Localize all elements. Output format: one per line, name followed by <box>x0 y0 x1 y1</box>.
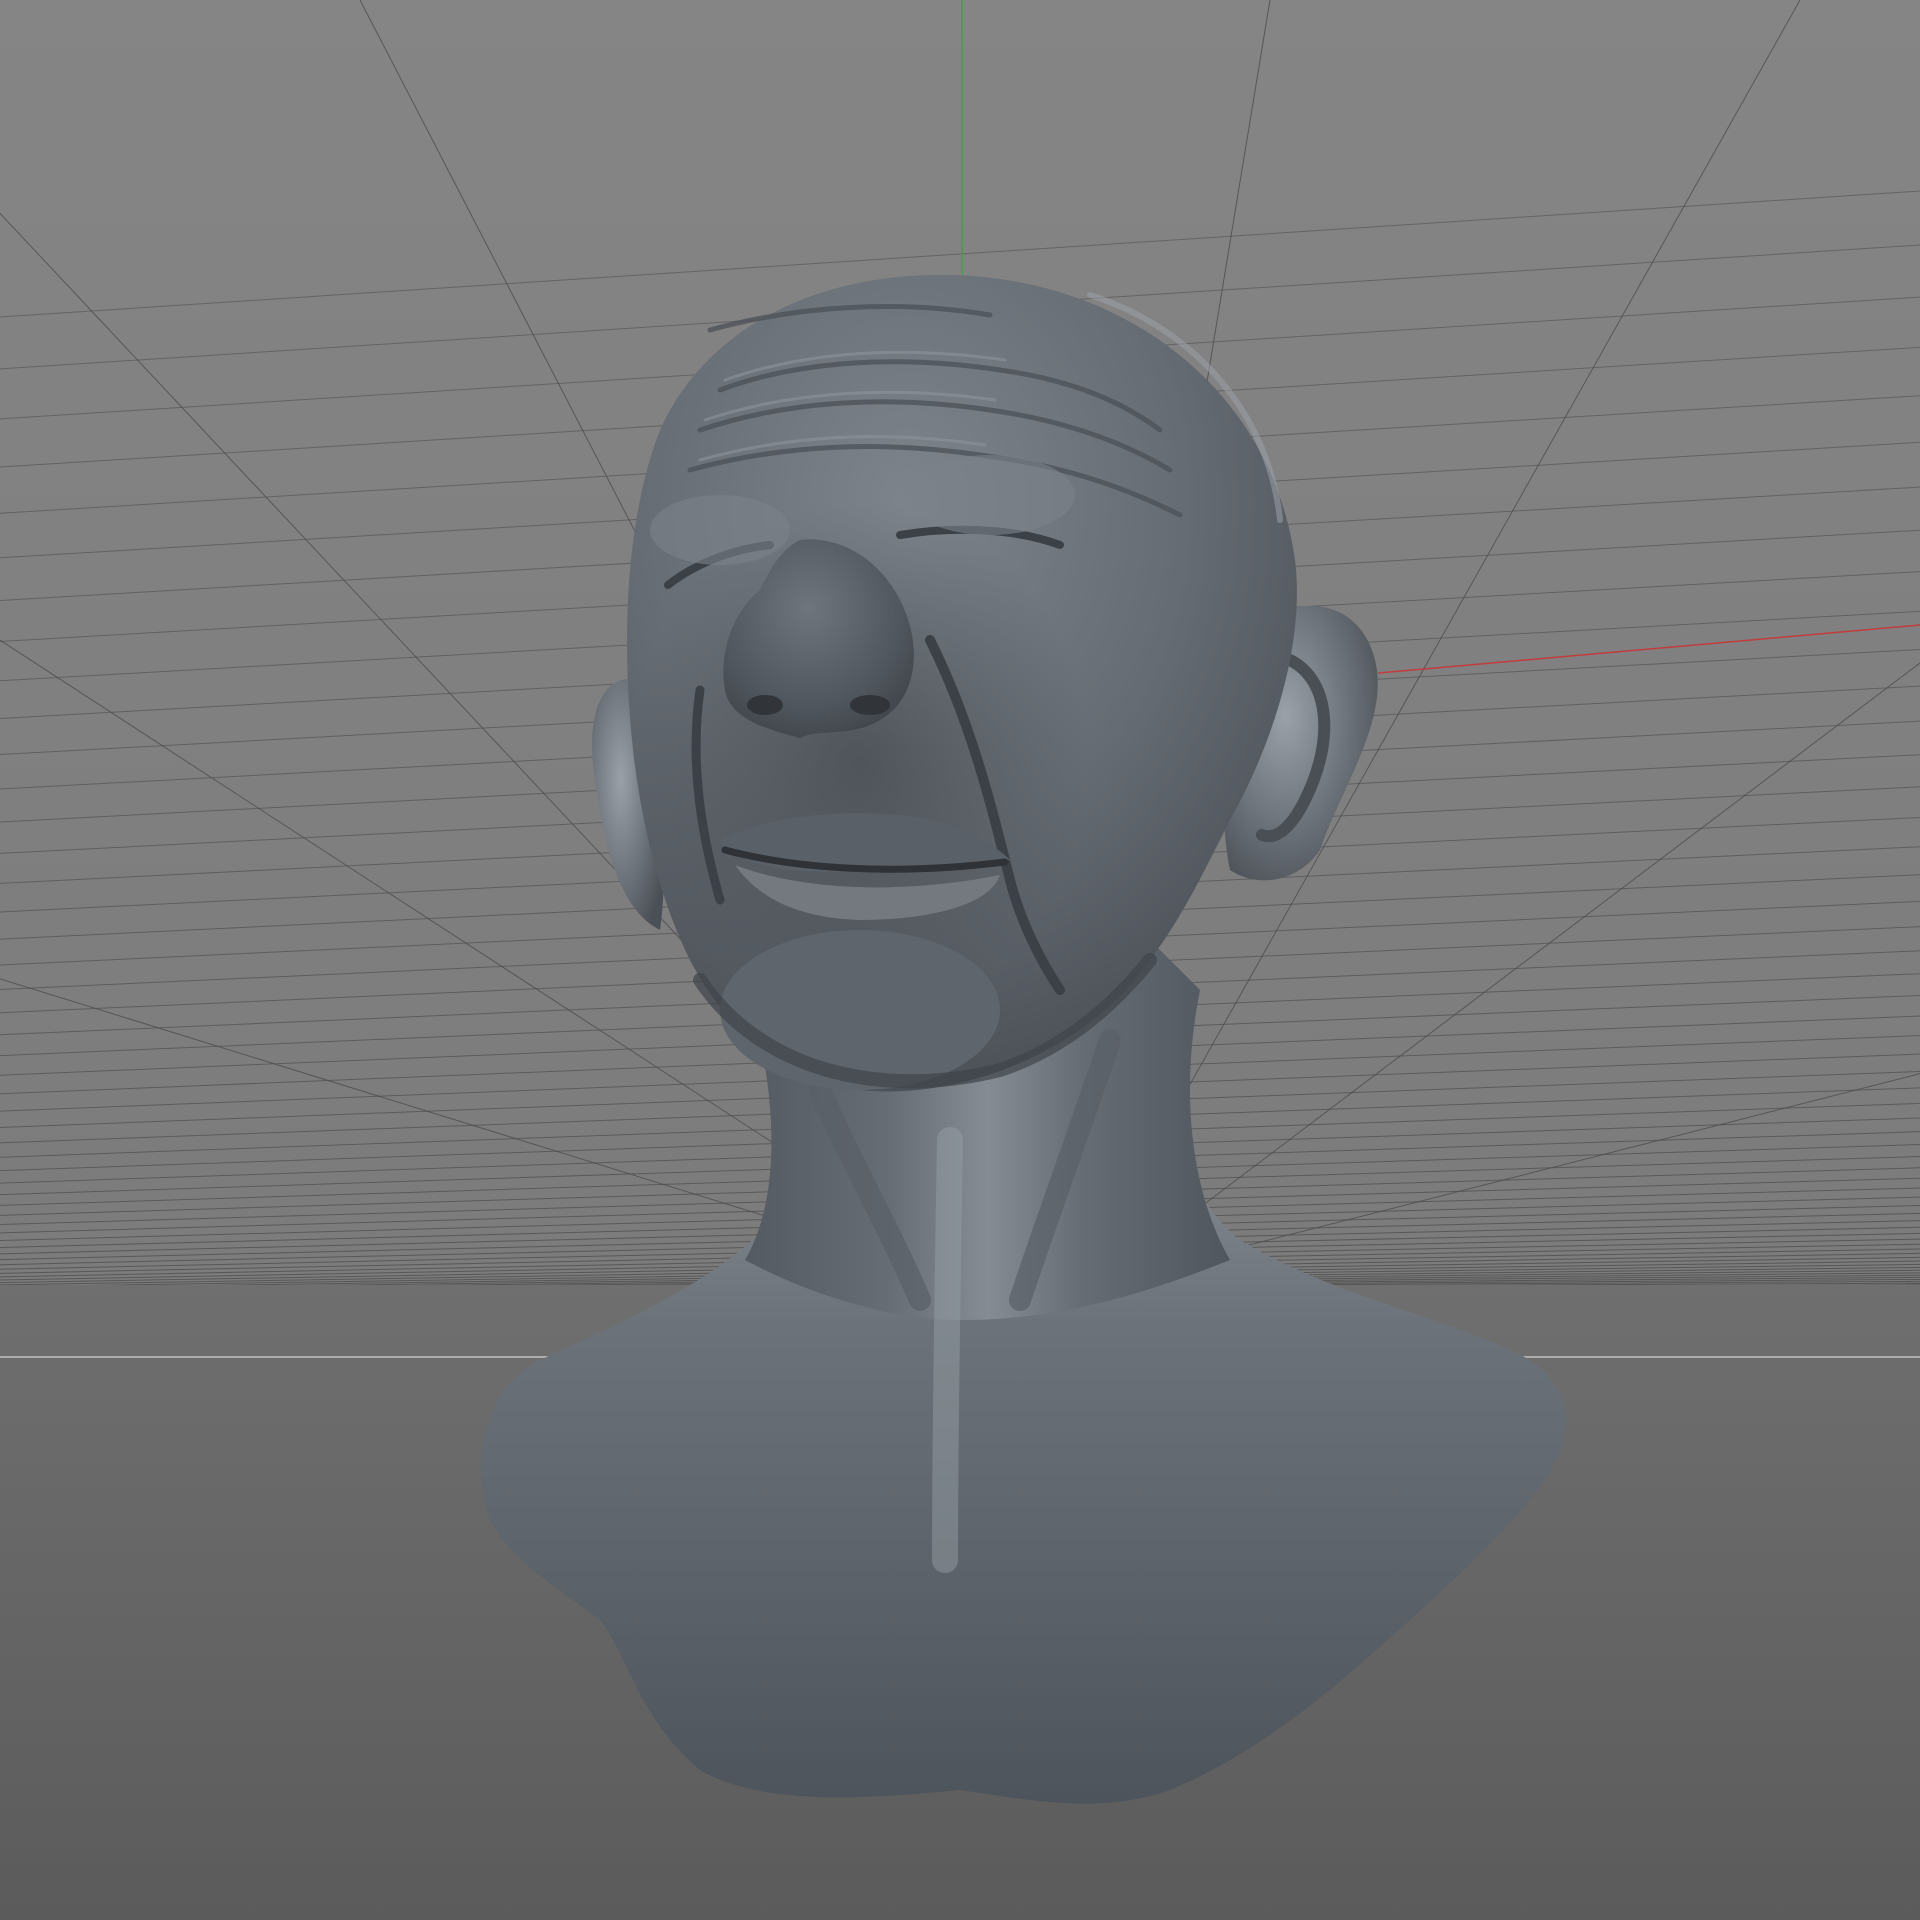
viewport-canvas[interactable] <box>0 0 1920 1920</box>
brow-bulge-right <box>905 455 1075 535</box>
3d-viewport[interactable] <box>0 0 1920 1920</box>
brow-bulge-left <box>650 495 790 565</box>
nostril-left <box>747 695 783 715</box>
chin <box>720 930 1000 1090</box>
neck-highlight <box>932 1127 963 1573</box>
nostril-right <box>850 695 890 715</box>
